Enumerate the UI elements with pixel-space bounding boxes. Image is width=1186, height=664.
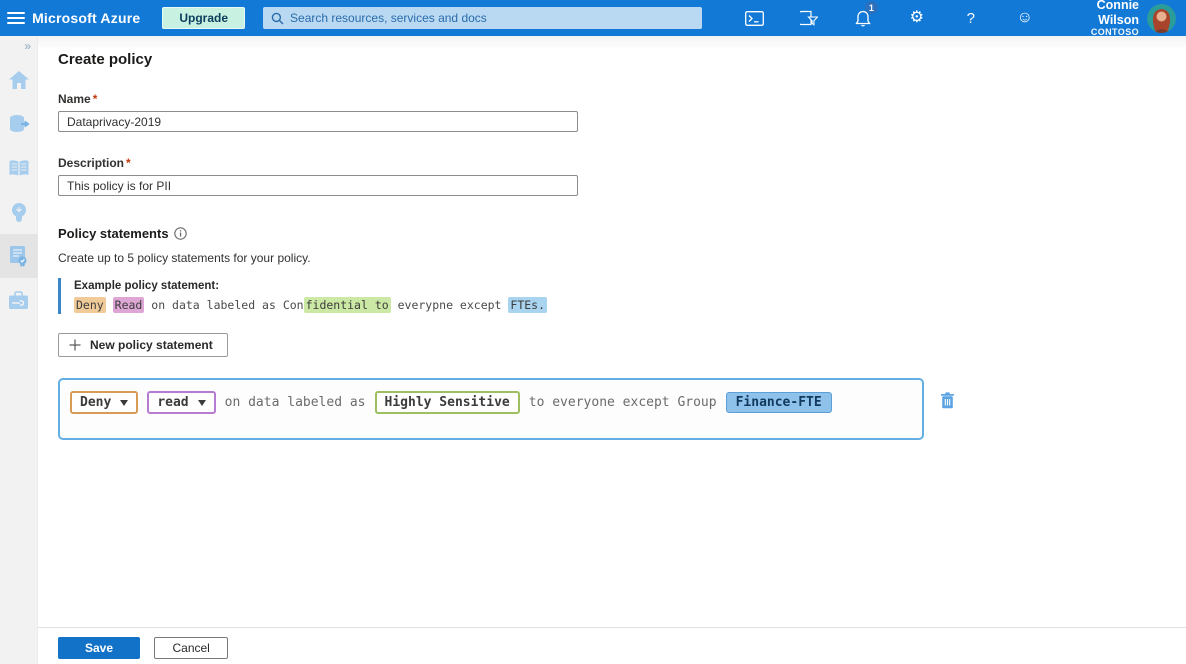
chevron-down-icon	[120, 400, 128, 406]
name-input[interactable]	[58, 111, 578, 132]
policy-statement-card: Deny read on data labeled as Highly Sens…	[58, 378, 924, 440]
required-asterisk: *	[93, 92, 98, 106]
description-input[interactable]	[58, 175, 578, 196]
example-group-highlight: FTEs.	[508, 297, 547, 313]
example-policy-statement: Example policy statement: Deny Read on d…	[58, 278, 1186, 314]
permission-dropdown[interactable]: read	[147, 391, 215, 414]
main-content: Create policy Name* Description* Policy …	[38, 36, 1186, 664]
sidebar-item-home[interactable]	[0, 58, 38, 102]
new-policy-statement-button[interactable]: New policy statement	[58, 333, 228, 357]
sidebar-item-insights[interactable]	[0, 190, 38, 234]
cloud-shell-icon[interactable]	[740, 3, 770, 33]
notifications-bell-icon[interactable]: 1	[848, 3, 878, 33]
description-field-label: Description*	[58, 156, 1186, 170]
policy-statements-subtext: Create up to 5 policy statements for you…	[58, 251, 1186, 265]
home-icon	[8, 70, 30, 90]
upgrade-button[interactable]: Upgrade	[162, 7, 245, 29]
permission-value: read	[157, 395, 188, 410]
example-text: everypne except	[391, 298, 509, 312]
delete-statement-button[interactable]	[940, 392, 955, 412]
save-button[interactable]: Save	[58, 637, 140, 659]
account-menu[interactable]: Connie Wilson CONTOSO	[1066, 0, 1139, 38]
page-title: Create policy	[58, 51, 1186, 68]
example-statement-text: Deny Read on data labeled as Confidentia…	[74, 298, 1186, 312]
example-text: on data labeled as Con	[144, 298, 303, 312]
help-icon[interactable]: ?	[956, 3, 986, 33]
sidebar-item-data-sources[interactable]	[0, 102, 38, 146]
glossary-book-icon	[8, 159, 30, 178]
new-policy-statement-label: New policy statement	[90, 338, 213, 352]
example-label-highlight: fidential to	[304, 297, 391, 313]
description-label-text: Description	[58, 156, 124, 170]
example-label: Example policy statement:	[74, 280, 1186, 292]
cancel-button[interactable]: Cancel	[154, 637, 227, 659]
plus-icon	[69, 339, 81, 351]
policy-certificate-icon	[9, 245, 28, 267]
top-bar-icons: 1 ⚙ ? ☺	[728, 3, 1052, 33]
policy-statements-title: Policy statements	[58, 226, 169, 241]
policy-statement-row: Deny read on data labeled as Highly Sens…	[70, 391, 912, 414]
settings-gear-icon[interactable]: ⚙	[902, 3, 932, 33]
example-action-highlight: Deny	[74, 297, 106, 313]
data-source-icon	[8, 114, 30, 134]
action-dropdown[interactable]: Deny	[70, 391, 138, 414]
name-label-text: Name	[58, 92, 91, 106]
sensitivity-label-value: Highly Sensitive	[385, 395, 510, 410]
example-permission-highlight: Read	[113, 297, 145, 313]
feedback-smiley-icon[interactable]: ☺	[1010, 3, 1040, 33]
app-shell: »	[0, 36, 1186, 664]
insights-bulb-icon	[10, 202, 28, 223]
left-sidebar: »	[0, 36, 38, 664]
expand-sidebar-chevron-icon[interactable]: »	[24, 40, 31, 52]
trash-icon	[940, 392, 955, 409]
form-footer: Save Cancel	[38, 627, 1186, 664]
connector-text: on data labeled as	[225, 395, 366, 410]
name-field-label: Name*	[58, 92, 1186, 106]
sensitivity-label-picker[interactable]: Highly Sensitive	[375, 391, 520, 414]
avatar[interactable]	[1147, 4, 1176, 33]
search-icon	[271, 12, 284, 25]
info-icon[interactable]	[174, 227, 187, 240]
policy-statement-row-wrap: Deny read on data labeled as Highly Sens…	[58, 378, 1186, 440]
notification-badge: 1	[865, 1, 878, 14]
search-input[interactable]	[290, 11, 694, 25]
required-asterisk: *	[126, 156, 131, 170]
sidebar-item-policy[interactable]	[0, 234, 38, 278]
directory-filter-icon[interactable]	[794, 3, 824, 33]
action-value: Deny	[80, 395, 111, 410]
brand-title[interactable]: Microsoft Azure	[32, 10, 140, 26]
policy-statements-heading: Policy statements	[58, 226, 1186, 241]
sidebar-item-management[interactable]	[0, 278, 38, 322]
hamburger-menu-icon[interactable]	[0, 0, 32, 36]
azure-top-bar: Microsoft Azure Upgrade	[0, 0, 1186, 36]
example-text	[106, 298, 113, 312]
group-chip[interactable]: Finance-FTE	[726, 392, 832, 413]
sidebar-item-glossary[interactable]	[0, 146, 38, 190]
management-toolbox-icon	[8, 291, 29, 310]
chevron-down-icon	[198, 400, 206, 406]
global-search[interactable]	[263, 7, 702, 29]
connector-text: to everyone except Group	[529, 395, 717, 410]
user-name: Connie Wilson	[1066, 0, 1139, 27]
